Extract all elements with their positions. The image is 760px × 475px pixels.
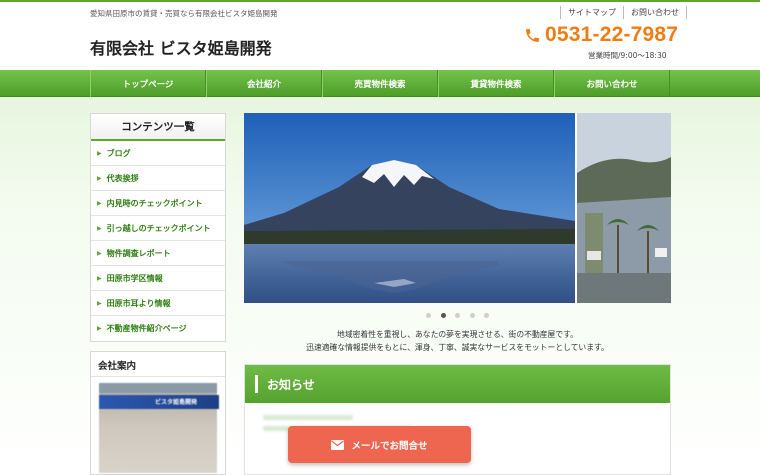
sidebar-item-label: 田原市学区情報 [106,273,163,283]
contents-menu-title: コンテンツ一覧 [91,114,225,141]
sidebar-item-local-info[interactable]: ▶ 田原市耳より情報 [91,291,225,316]
arrow-right-icon: ▶ [97,325,102,332]
office-sign: ビスタ姫島開発 [99,395,219,409]
sitemap-link[interactable]: サイトマップ [560,6,623,19]
phone-icon [526,28,539,42]
news-header: お知らせ [245,365,670,403]
sidebar-item-property-pages[interactable]: ▶ 不動産物件紹介ページ [91,316,225,341]
site-tagline: 愛知県田原市の賃貸・売買なら有限会社ビスタ姫島開発 [90,9,278,18]
business-hours: 営業時間/9:00～18:30 [588,51,667,60]
sidebar-item-label: ブログ [106,148,131,158]
coastal-town-photo [577,113,671,303]
office-sign-text: ビスタ姫島開発 [155,399,198,406]
contact-link[interactable]: お問い合わせ [623,6,687,19]
nav-sale-search[interactable]: 売買物件検索 [322,70,438,97]
sidebar-item-label: 代表挨拶 [106,173,139,183]
office-photo[interactable]: ビスタ姫島開発 [99,383,219,473]
blurred-date [263,415,353,420]
hero-slider[interactable] [244,113,671,303]
arrow-right-icon: ▶ [97,274,102,282]
sidebar-item-label: 物件調査レポート [106,248,171,258]
sidebar-item-blog[interactable]: ▶ ブログ [91,141,225,166]
mail-icon [331,439,345,450]
intro-line-2: 迅速適確な情報提供をもとに、渾身、丁寧、誠実なサービスをモットーとしています。 [306,343,609,352]
phone-number[interactable]: 0531-22-7987 [545,23,678,47]
arrow-right-icon: ▶ [97,299,102,307]
sidebar-item-viewing-checkpoints[interactable]: ▶ 内見時のチェックポイント [91,191,225,216]
arrow-right-icon: ▶ [97,224,102,232]
slider-dot[interactable] [426,313,431,318]
contents-menu: コンテンツ一覧 ▶ ブログ ▶ 代表挨拶 ▶ 内見時のチェックポイント ▶ 引っ越しのチ… [90,113,226,342]
sidebar-item-label: 不動産物件紹介ページ [106,324,187,333]
nav-contact[interactable]: お問い合わせ [554,70,670,97]
arrow-right-icon: ▶ [97,249,102,257]
nav-rental-search[interactable]: 賃貸物件検索 [438,70,554,97]
sidebar-item-label: 田原市耳より情報 [106,298,171,308]
sidebar-item-label: 内見時のチェックポイント [106,198,203,208]
utility-links: サイトマップ お問い合わせ [560,6,687,19]
company-info-title: 会社案内 [91,352,225,377]
arrow-right-icon: ▶ [97,199,102,207]
arrow-right-icon: ▶ [97,149,102,157]
mail-button-label: メールでお問合せ [351,440,428,452]
global-nav: トップページ 会社紹介 売買物件検索 賃貸物件検索 お問い合わせ [90,70,670,97]
sidebar-item-greeting[interactable]: ▶ 代表挨拶 [91,166,225,191]
sidebar-item-moving-checkpoints[interactable]: ▶ 引っ越しのチェックポイント [91,216,225,241]
sidebar-item-property-report[interactable]: ▶ 物件調査レポート [91,241,225,266]
intro-text: 地域密着性を重視し、あなたの夢を実現させる、街の不動産屋です。 迅速適確な情報提… [244,328,671,354]
slider-dot-active[interactable] [440,313,446,318]
slider-pagination [426,313,499,318]
top-accent-line [0,0,760,2]
global-nav-bar: トップページ 会社紹介 売買物件検索 賃貸物件検索 お問い合わせ [0,70,760,97]
slider-dot[interactable] [455,313,460,318]
arrow-right-icon: ▶ [97,174,102,182]
slider-dot[interactable] [469,313,475,318]
nav-home[interactable]: トップページ [90,70,206,97]
nav-company[interactable]: 会社紹介 [206,70,322,97]
mail-contact-button[interactable]: メールでお問合せ [288,426,471,463]
sidebar-item-label: 引っ越しのチェックポイント [106,223,211,233]
news-title: お知らせ [267,377,315,392]
intro-line-1: 地域密着性を重視し、あなたの夢を実現させる、街の不動産屋です。 [337,330,578,339]
company-info-box: 会社案内 ビスタ姫島開発 [90,351,226,475]
news-title-bar [255,375,258,393]
mount-fuji-photo [244,113,575,303]
slider-dot[interactable] [484,313,489,318]
phone-block: 0531-22-7987 [524,23,678,47]
sidebar-item-school-district[interactable]: ▶ 田原市学区情報 [91,266,225,291]
company-logo-text[interactable]: 有限会社 ビスタ姫島開発 [90,35,272,59]
